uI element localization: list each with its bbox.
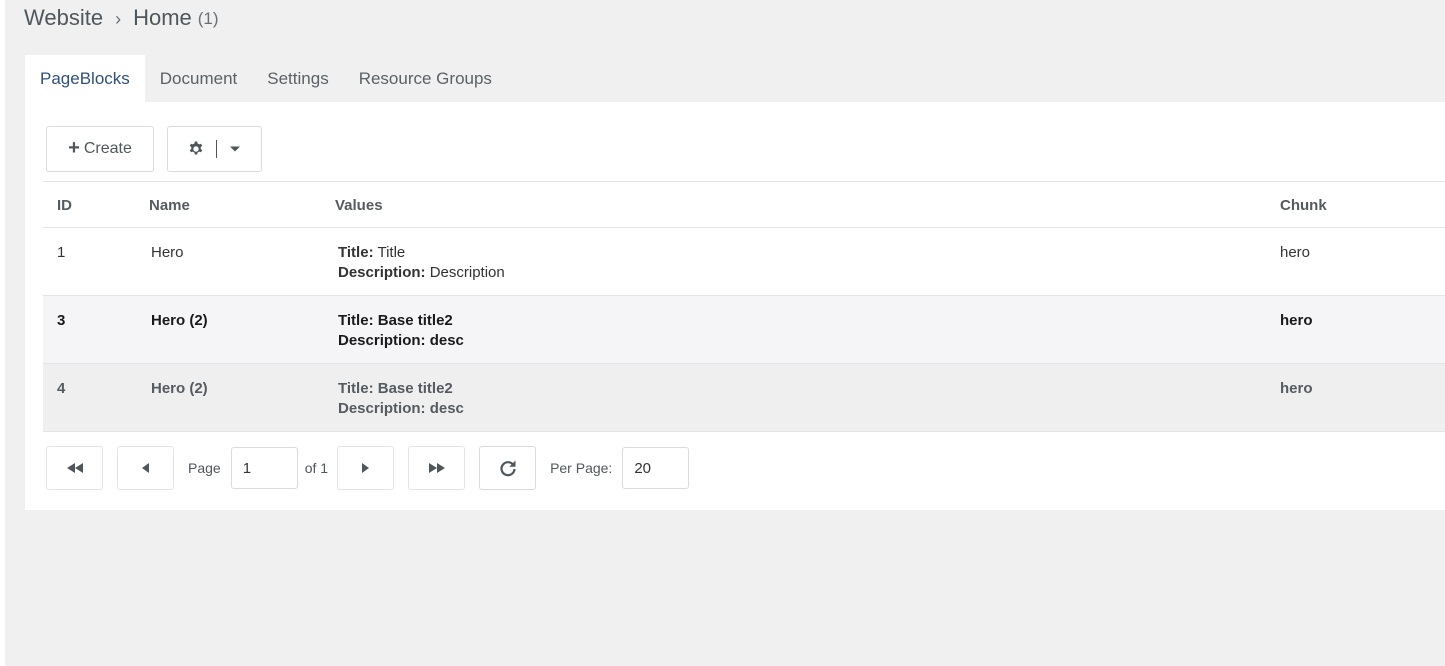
tab-document[interactable]: Document: [145, 55, 252, 102]
create-button-label: Create: [83, 140, 132, 157]
grid-toolbar: + Create: [46, 126, 262, 172]
column-header-values[interactable]: Values: [335, 196, 383, 216]
pageblocks-grid: ID Name Values Chunk 1 Hero Title: Title…: [43, 181, 1445, 432]
value-key: Title:: [338, 244, 374, 261]
cell-id: 3: [57, 312, 66, 329]
value-text: Description: [429, 264, 505, 281]
breadcrumb-separator-icon: ›: [115, 8, 122, 29]
breadcrumb: Website › Home (1): [24, 3, 219, 33]
page-number-input[interactable]: [230, 447, 298, 489]
cell-chunk: hero: [1280, 380, 1313, 397]
plus-icon: +: [68, 136, 80, 159]
per-page-label: Per Page:: [550, 460, 613, 476]
refresh-button[interactable]: [479, 446, 537, 490]
breadcrumb-parent[interactable]: Website: [24, 5, 103, 31]
table-row[interactable]: 3 Hero (2) Title: Base title2 Descriptio…: [43, 296, 1445, 364]
cell-values: Title: Base title2 Description: desc: [338, 379, 464, 419]
column-header-name[interactable]: Name: [149, 196, 190, 216]
value-text: Base title2: [377, 312, 453, 329]
cell-name: Hero (2): [151, 312, 208, 329]
cell-id: 1: [57, 244, 66, 261]
per-page-input[interactable]: [622, 447, 690, 489]
column-header-id[interactable]: ID: [57, 196, 72, 216]
cell-chunk: hero: [1280, 312, 1313, 329]
value-key: Title:: [338, 312, 374, 329]
grid-header: ID Name Values Chunk: [43, 182, 1445, 228]
tab-pageblocks[interactable]: PageBlocks: [25, 55, 145, 102]
next-page-button[interactable]: [337, 446, 395, 490]
value-text: desc: [429, 400, 464, 417]
column-header-chunk[interactable]: Chunk: [1280, 196, 1327, 216]
page-count: (1): [197, 9, 219, 28]
page-background: Website › Home (1) PageBlocks Document S…: [5, 0, 1445, 666]
cell-name: Hero (2): [151, 380, 208, 397]
last-page-button[interactable]: [408, 446, 466, 490]
page-total-label: of 1: [304, 460, 329, 476]
cell-id: 4: [57, 380, 66, 397]
page-title: Home: [133, 5, 192, 30]
pagination-bar: Page of 1 Per Page:: [46, 446, 690, 490]
cell-chunk: hero: [1280, 244, 1311, 261]
cell-name: Hero: [151, 244, 184, 261]
value-key: Description:: [338, 332, 426, 349]
value-text: desc: [429, 332, 464, 349]
tab-bar: PageBlocks Document Settings Resource Gr…: [25, 55, 507, 102]
page-label: Page: [188, 460, 221, 476]
table-row[interactable]: 4 Hero (2) Title: Base title2 Descriptio…: [43, 364, 1445, 432]
prev-page-button[interactable]: [117, 446, 174, 490]
tab-resource-groups[interactable]: Resource Groups: [344, 55, 507, 102]
value-key: Description:: [338, 400, 426, 417]
cell-values: Title: Base title2 Description: desc: [338, 311, 464, 351]
value-key: Title:: [338, 380, 374, 397]
create-button[interactable]: + Create: [46, 126, 154, 172]
caret-down-icon: [230, 146, 240, 152]
tab-panel: + Create ID Name Values Chunk 1 Hero Tit…: [25, 102, 1445, 510]
first-page-button[interactable]: [46, 446, 103, 490]
left-arrow-icon: [142, 463, 149, 473]
cell-values: Title: Title Description: Description: [338, 243, 505, 283]
right-arrow-icon: [362, 463, 370, 473]
value-text: Title: [377, 244, 406, 261]
table-row[interactable]: 1 Hero Title: Title Description: Descrip…: [43, 228, 1445, 296]
button-divider: [216, 140, 217, 158]
double-right-arrow-icon: [428, 463, 445, 473]
refresh-icon: [499, 460, 516, 477]
value-text: Base title2: [377, 380, 453, 397]
value-key: Description:: [338, 264, 426, 281]
settings-menu-button[interactable]: [167, 126, 262, 172]
tab-settings[interactable]: Settings: [252, 55, 343, 102]
double-left-arrow-icon: [66, 463, 83, 473]
gear-icon: [189, 141, 203, 155]
